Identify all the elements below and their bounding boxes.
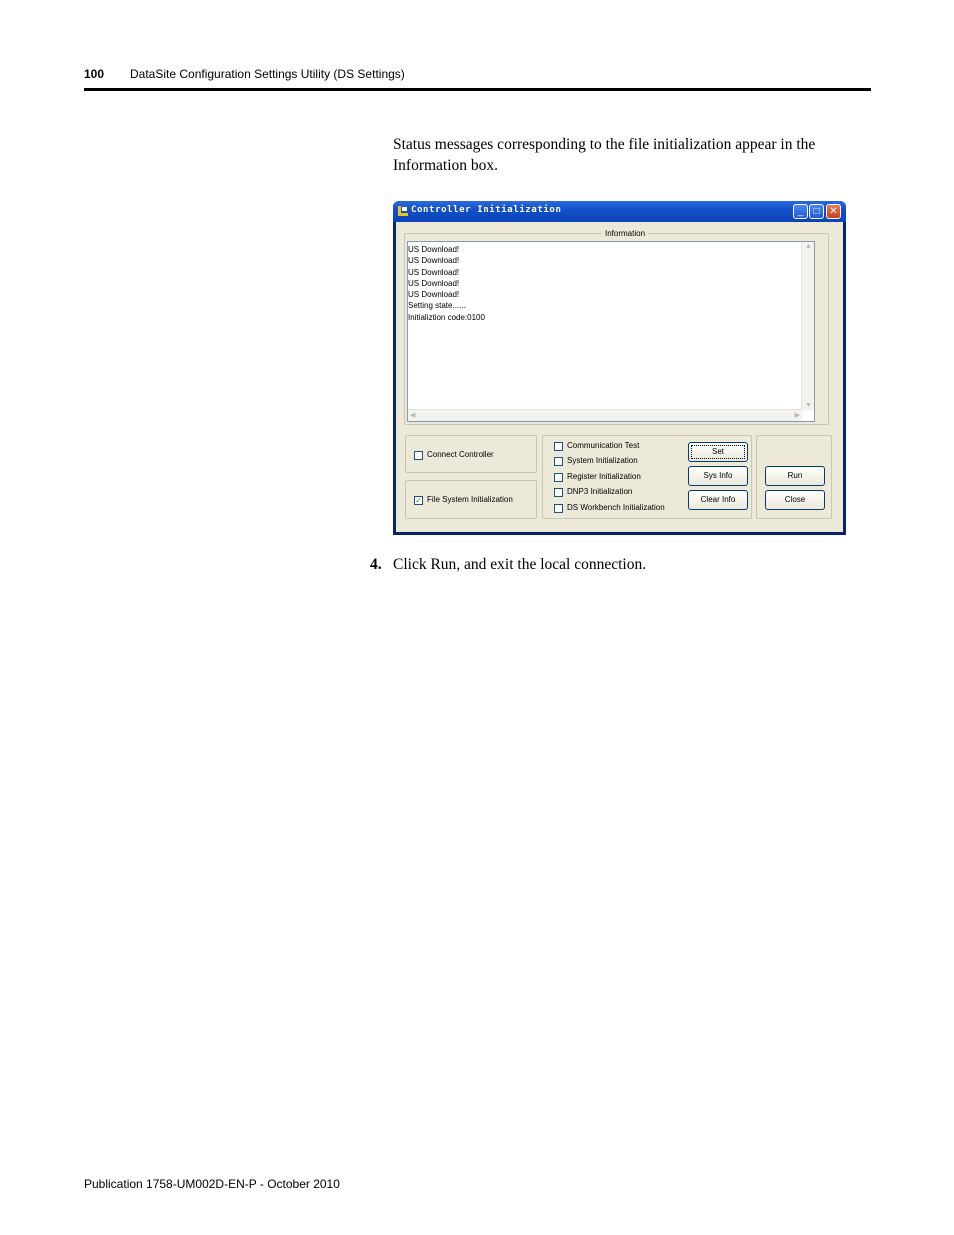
- file-system-group: ✓ File System Initialization: [405, 480, 537, 519]
- communication-test-label: Communication Test: [567, 441, 640, 450]
- information-group-label: Information: [602, 229, 649, 238]
- window-title: Controller Initialization: [411, 205, 562, 215]
- system-initialization-label: System Initialization: [567, 456, 638, 465]
- run-button[interactable]: Run: [765, 466, 825, 486]
- communication-test-checkbox[interactable]: [554, 442, 563, 451]
- connect-controller-checkbox[interactable]: [414, 451, 423, 460]
- file-system-initialization-label: File System Initialization: [427, 495, 513, 504]
- info-line: US Download!: [408, 245, 460, 254]
- scroll-down-icon[interactable]: ▼: [805, 402, 812, 409]
- connect-controller-label: Connect Controller: [427, 450, 494, 459]
- register-initialization-label: Register Initialization: [567, 472, 641, 481]
- dialog-client-area: Information ▲ ▼ ◀ ▶ US Download! US Down…: [396, 222, 843, 532]
- maximize-button[interactable]: □: [809, 204, 824, 219]
- info-line: US Download!: [408, 267, 460, 277]
- info-line: Setting state......: [408, 301, 466, 311]
- file-system-initialization-checkbox[interactable]: ✓: [414, 496, 423, 505]
- page-number: 100: [84, 67, 105, 81]
- step-4: 4. Click Run, and exit the local connecti…: [370, 556, 646, 574]
- ds-workbench-initialization-label: DS Workbench Initialization: [567, 503, 665, 512]
- sys-info-button[interactable]: Sys Info: [688, 466, 748, 486]
- intro-paragraph: Status messages corresponding to the fil…: [393, 136, 816, 174]
- info-line: Initializtion code:0100: [408, 312, 485, 322]
- scroll-left-icon[interactable]: ◀: [410, 411, 415, 419]
- running-header-title: DataSite Configuration Settings Utility …: [130, 67, 405, 81]
- header-rule: [84, 88, 871, 91]
- dnp3-initialization-checkbox[interactable]: [554, 488, 563, 497]
- system-initialization-checkbox[interactable]: [554, 457, 563, 466]
- app-icon: [398, 206, 408, 216]
- controller-initialization-window: Controller Initialization _ □ ✕ Informat…: [393, 201, 846, 535]
- set-button[interactable]: Set: [688, 442, 748, 462]
- step-text: Click Run, and exit the local connection…: [393, 556, 647, 573]
- information-lines: US Download! US Download! US Download! U…: [408, 244, 798, 323]
- vertical-scrollbar[interactable]: ▲ ▼: [801, 242, 814, 410]
- dnp3-initialization-label: DNP3 Initialization: [567, 487, 633, 496]
- info-line: US Download!: [408, 290, 460, 300]
- title-bar[interactable]: Controller Initialization _ □ ✕: [393, 201, 846, 222]
- horizontal-scrollbar[interactable]: ◀ ▶: [408, 409, 802, 421]
- initialization-options-group: Communication Test System Initialization…: [542, 435, 752, 519]
- step-number: 4.: [370, 556, 382, 573]
- ds-workbench-initialization-checkbox[interactable]: [554, 504, 563, 513]
- scroll-up-icon[interactable]: ▲: [805, 243, 812, 250]
- info-line: US Download!: [408, 256, 460, 266]
- close-window-button[interactable]: ✕: [826, 204, 841, 219]
- connect-controller-group: Connect Controller: [405, 435, 537, 473]
- publication-footer: Publication 1758-UM002D-EN-P - October 2…: [84, 1177, 340, 1191]
- run-close-group: Run Close: [756, 435, 832, 519]
- register-initialization-checkbox[interactable]: [554, 473, 563, 482]
- minimize-button[interactable]: _: [793, 204, 808, 219]
- scroll-right-icon[interactable]: ▶: [795, 411, 800, 419]
- info-line: US Download!: [408, 278, 460, 288]
- close-button[interactable]: Close: [765, 490, 825, 510]
- clear-info-button[interactable]: Clear Info: [688, 490, 748, 510]
